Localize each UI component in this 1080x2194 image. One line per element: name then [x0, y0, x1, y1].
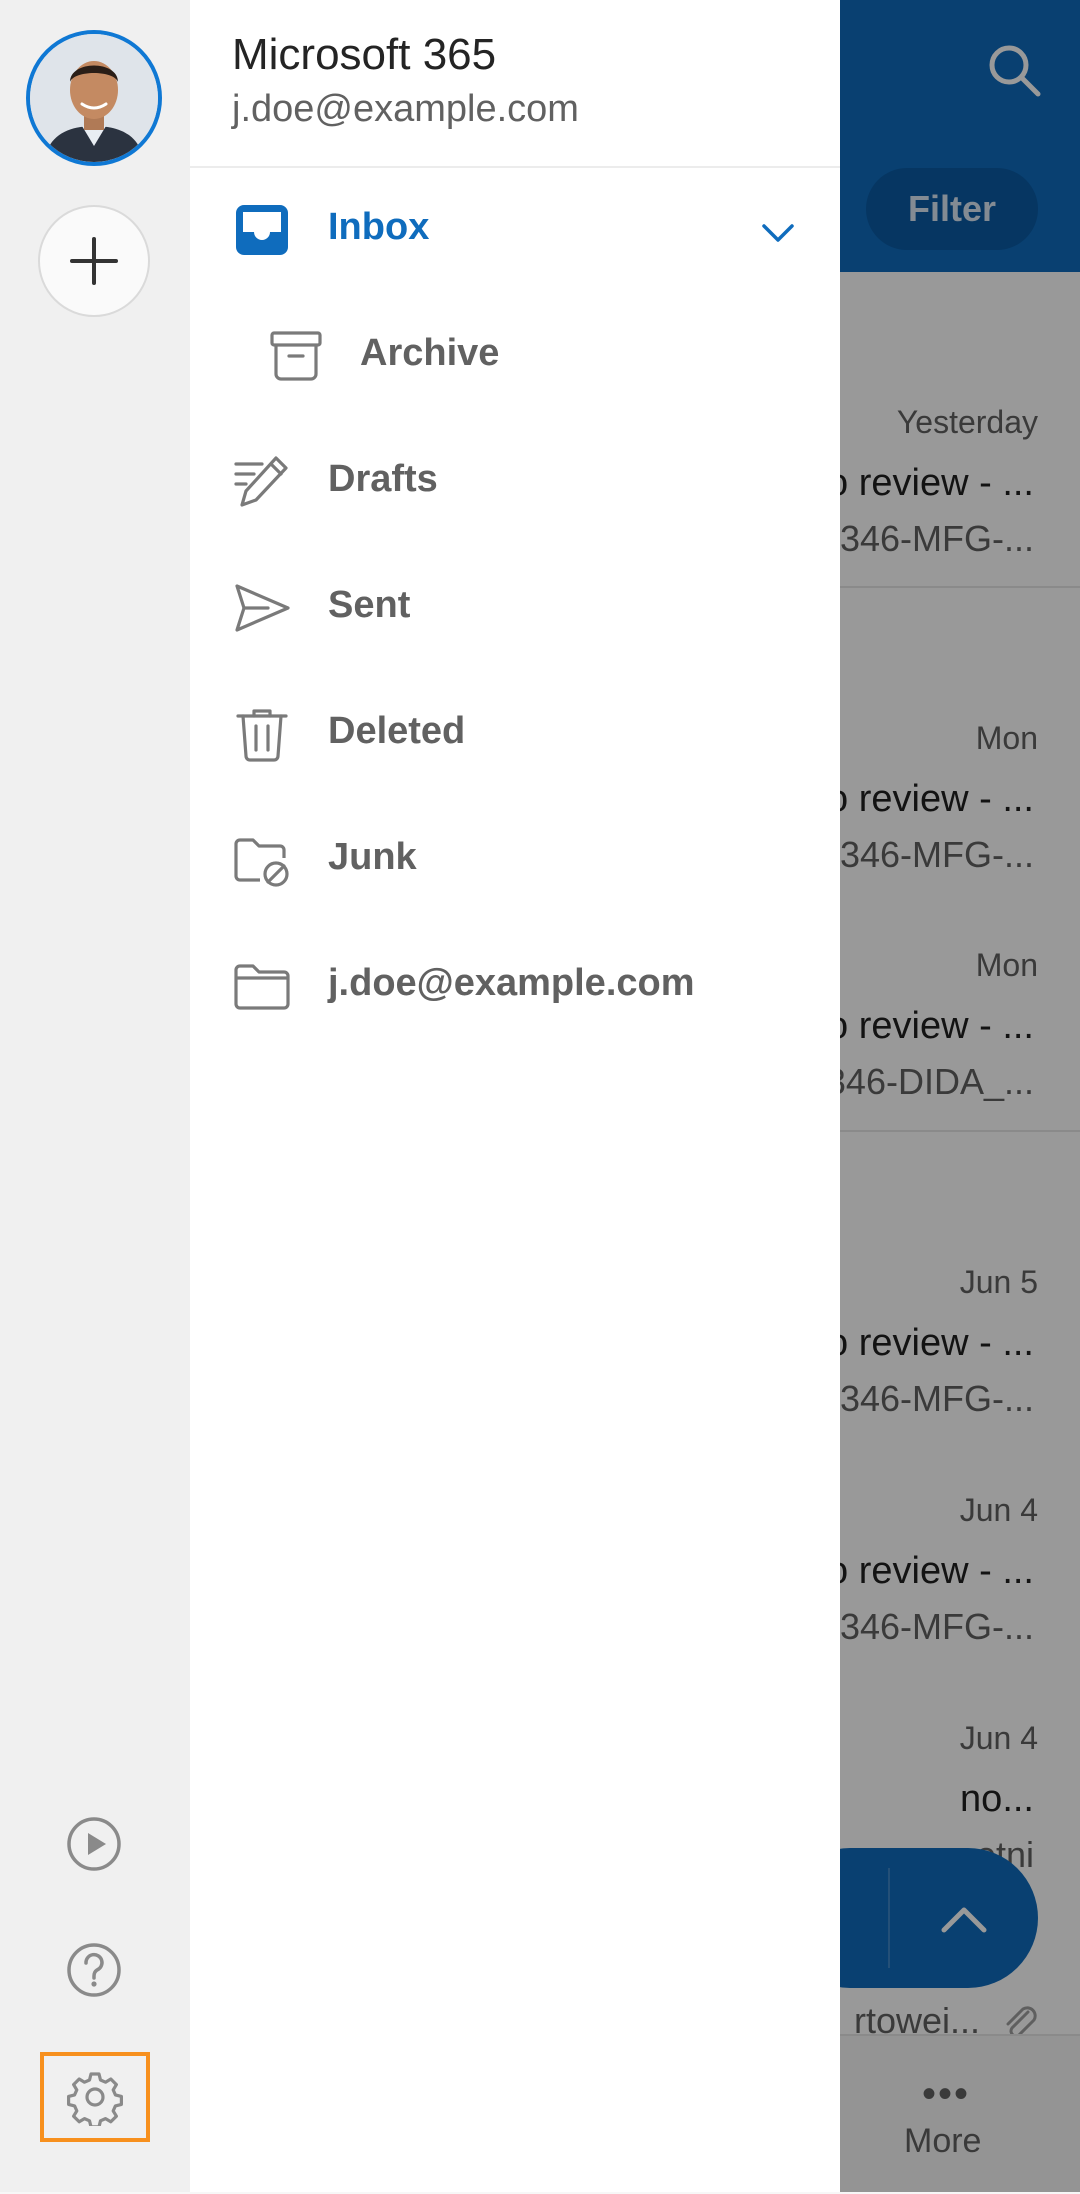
folder-drawer: Microsoft 365 j.doe@example.com Inbox Ar…	[190, 0, 840, 2192]
settings-button[interactable]	[40, 2052, 150, 2142]
account-name: Microsoft 365	[232, 30, 497, 79]
chevron-down-icon[interactable]	[758, 212, 798, 252]
folder-drafts[interactable]: Drafts	[190, 420, 840, 546]
settings-icon	[67, 2072, 123, 2126]
add-account-button[interactable]	[38, 205, 150, 317]
folder-label: Deleted	[328, 710, 466, 752]
folder-label: Archive	[360, 332, 500, 374]
folder-label: j.doe@example.com	[328, 962, 695, 1004]
folder-label: Drafts	[328, 458, 438, 500]
sent-icon	[235, 584, 290, 632]
folder-archive[interactable]: Archive	[190, 294, 840, 420]
folder-label: Sent	[328, 584, 411, 626]
account-header: Microsoft 365 j.doe@example.com	[190, 0, 840, 168]
help-icon[interactable]	[62, 1938, 126, 2002]
account-email: j.doe@example.com	[232, 88, 579, 130]
folder-inbox[interactable]: Inbox	[190, 168, 840, 294]
folder-sent[interactable]: Sent	[190, 546, 840, 672]
trash-icon	[236, 709, 288, 762]
drafts-icon	[234, 456, 288, 507]
play-icon[interactable]	[62, 1812, 126, 1876]
avatar-photo	[30, 34, 158, 162]
folder-label: Junk	[328, 836, 417, 878]
add-icon	[70, 237, 118, 285]
folder-account[interactable]: j.doe@example.com	[190, 924, 840, 1050]
folder-junk[interactable]: Junk	[190, 798, 840, 924]
account-rail	[0, 0, 191, 2192]
inbox-icon	[236, 205, 288, 255]
junk-folder-icon	[234, 838, 289, 887]
folder-deleted[interactable]: Deleted	[190, 672, 840, 798]
folder-label: Inbox	[328, 206, 430, 248]
avatar[interactable]	[26, 30, 162, 166]
archive-icon	[270, 331, 322, 381]
folder-icon	[234, 964, 290, 1010]
